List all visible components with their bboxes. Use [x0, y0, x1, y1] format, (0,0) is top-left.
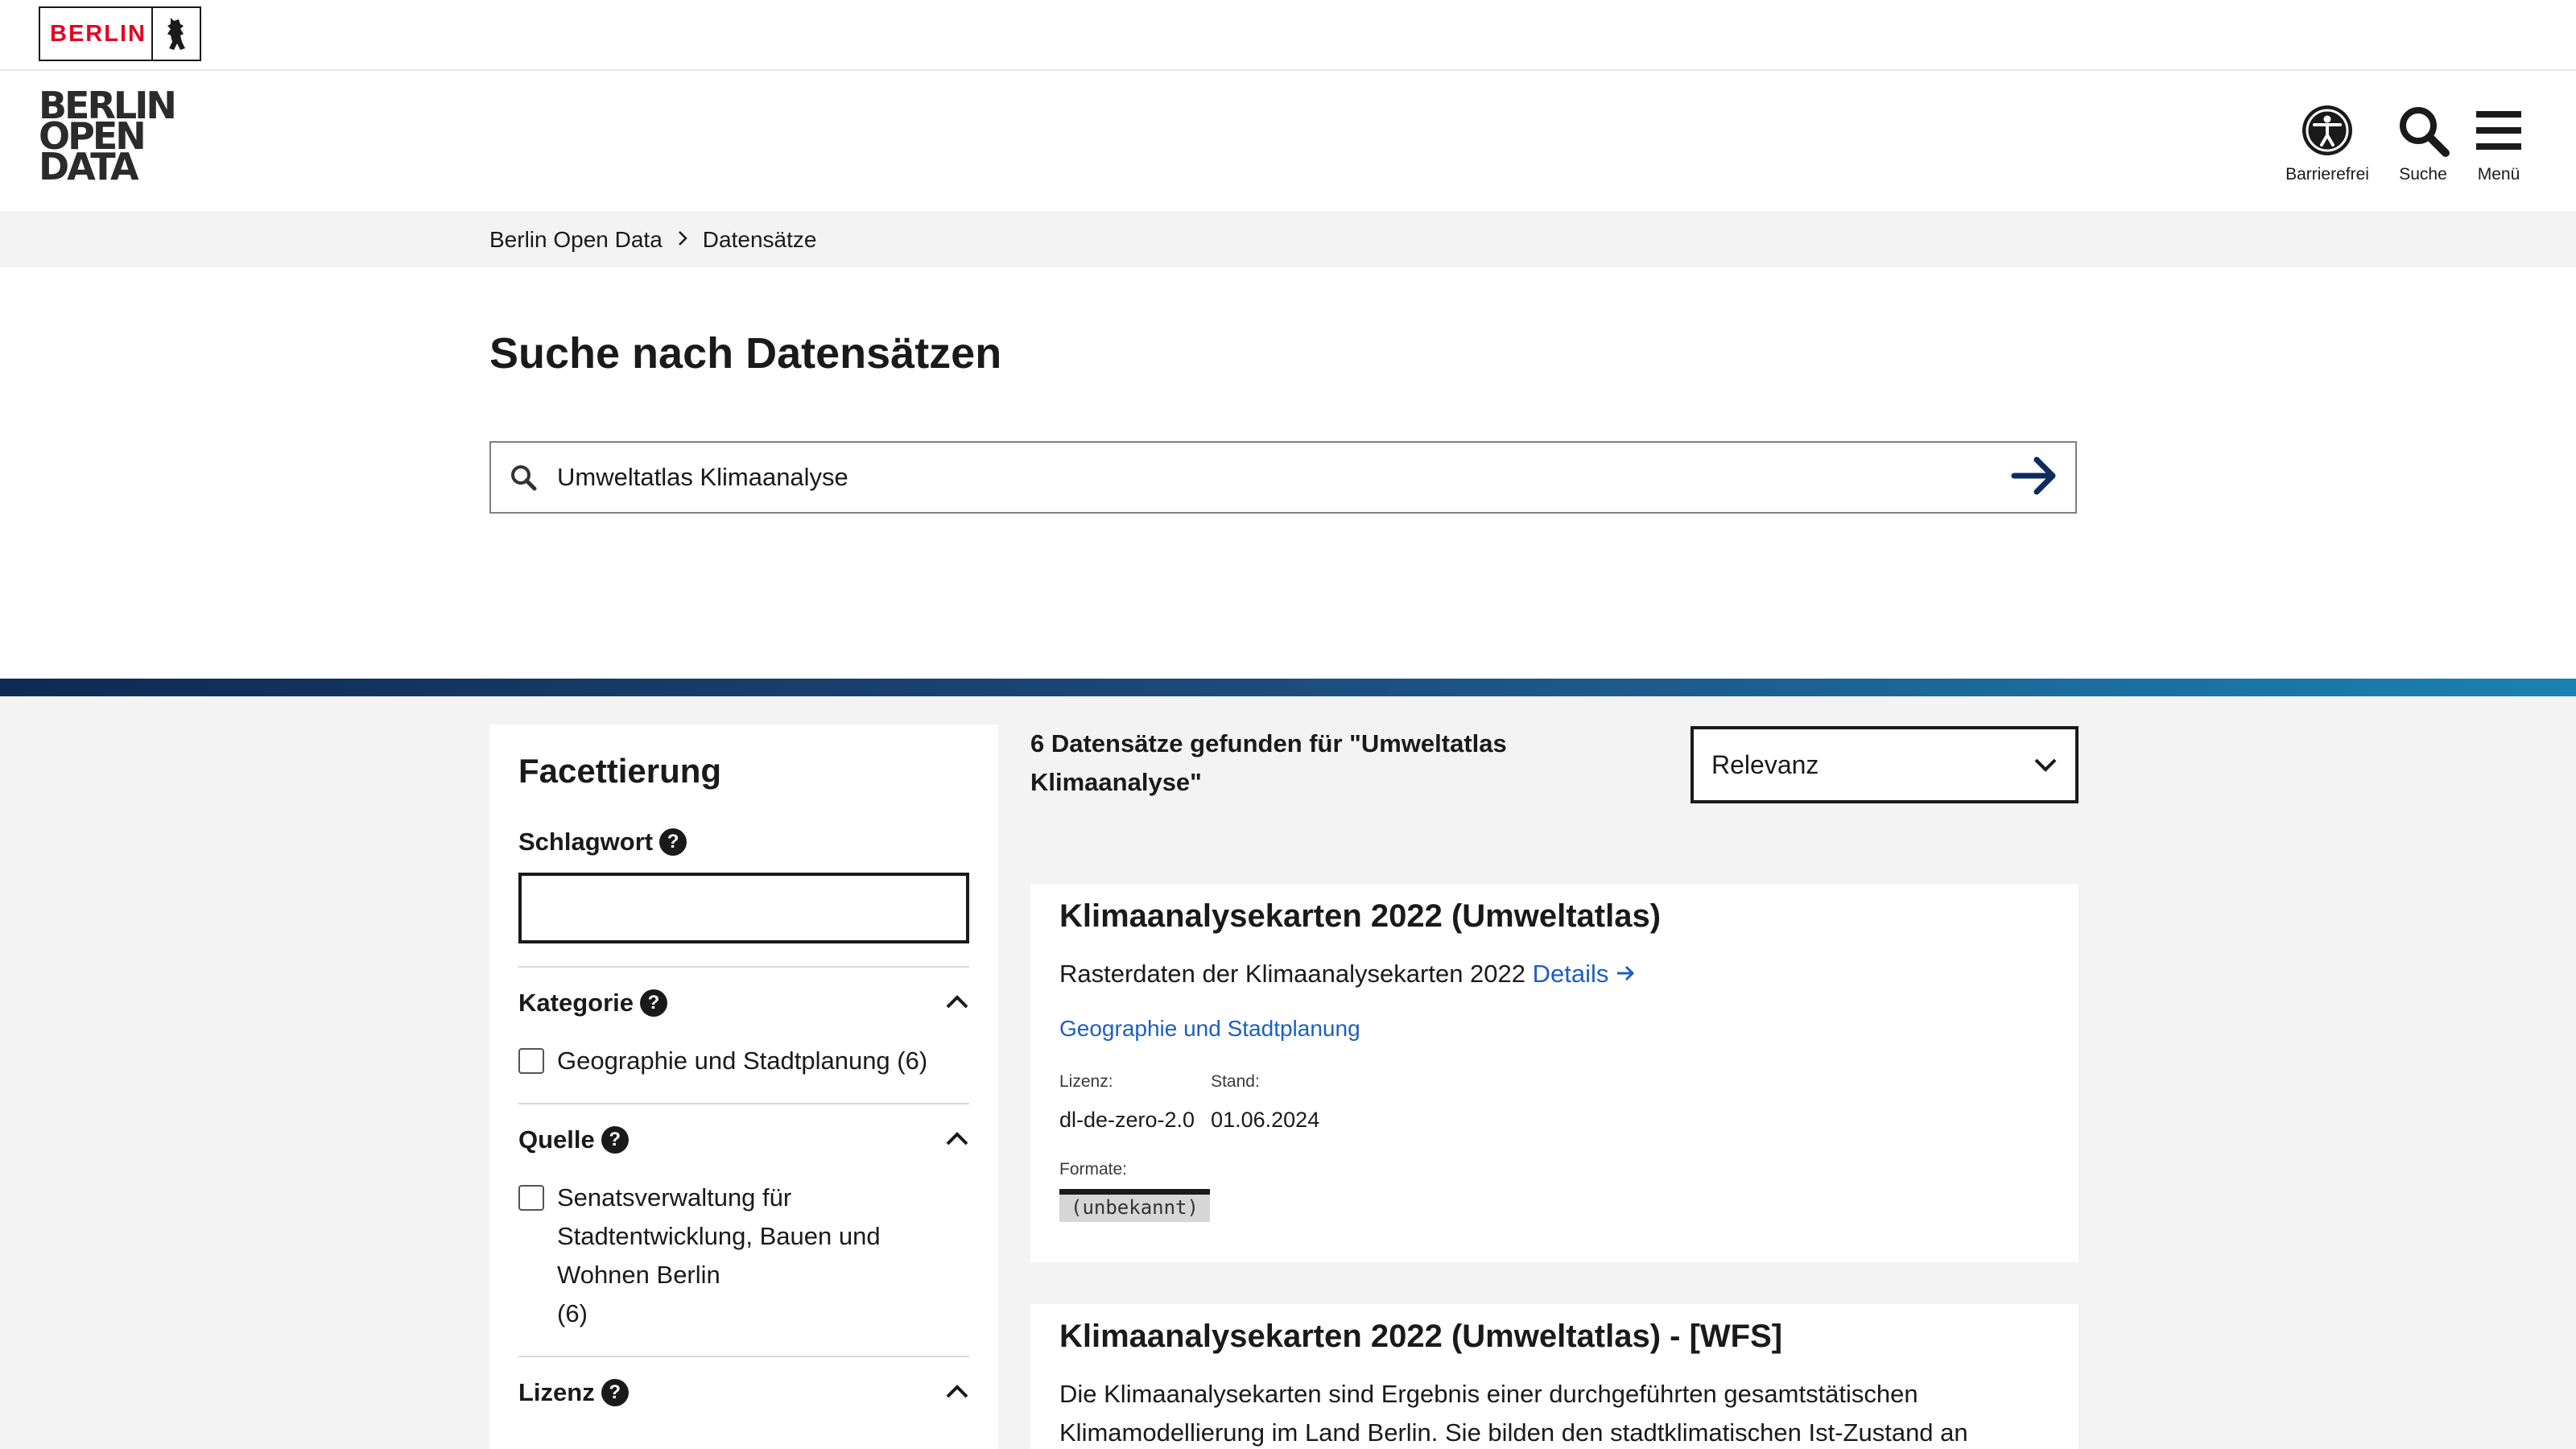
- result-description-line-1: Die Klimaanalysekarten sind Ergebnis ein…: [1059, 1380, 1918, 1408]
- search-submit-button[interactable]: [1995, 443, 2075, 512]
- accessibility-button[interactable]: Barrierefrei: [2277, 103, 2378, 184]
- facets-title: Facettierung: [518, 752, 722, 790]
- search-field-icon: [491, 464, 555, 491]
- search-input[interactable]: [555, 444, 1995, 510]
- accessibility-icon: [2300, 103, 2355, 162]
- date-meta: Stand: 01.06.2024: [1211, 1072, 1319, 1133]
- keyword-input[interactable]: [518, 873, 969, 943]
- license-facet-header[interactable]: Lizenz ?: [518, 1378, 969, 1407]
- result-card: Klimaanalysekarten 2022 (Umweltatlas) Ra…: [1030, 884, 2079, 1262]
- license-meta: Lizenz: dl-de-zero-2.0: [1059, 1072, 1195, 1133]
- help-icon[interactable]: ?: [659, 828, 687, 856]
- search-icon: [2396, 103, 2450, 162]
- result-category: Geographie und Stadtplanung: [1059, 1016, 2050, 1042]
- help-icon[interactable]: ?: [601, 1379, 629, 1406]
- menu-label: Menü: [2477, 165, 2520, 184]
- facet-sidebar: Facettierung Schlagwort ? Kategorie ? Ge…: [489, 724, 998, 1449]
- sort-value: Relevanz: [1711, 749, 1819, 779]
- chevron-down-icon: [2033, 750, 2058, 780]
- source-option-count: (6): [557, 1299, 588, 1327]
- date-value: 01.06.2024: [1211, 1108, 1320, 1132]
- results-count: 6 Datensätze gefunden für "Umweltatlas K…: [1030, 724, 1594, 802]
- help-icon[interactable]: ?: [639, 989, 667, 1017]
- category-facet: Kategorie ? Geographie und Stadtplanung …: [518, 966, 969, 1080]
- result-card: Klimaanalysekarten 2022 (Umweltatlas) - …: [1030, 1304, 2079, 1449]
- arrow-right-icon: [1616, 960, 1637, 988]
- chevron-up-icon: [945, 1130, 969, 1150]
- bear-icon: [151, 8, 200, 60]
- format-badge: (unbekannt): [1059, 1189, 1210, 1222]
- result-meta: Lizenz: dl-de-zero-2.0 Stand: 01.06.2024: [1059, 1072, 2050, 1133]
- breadcrumb-current: Datensätze: [702, 227, 817, 252]
- license-label: Lizenz: [518, 1378, 595, 1406]
- formats-label: Formate:: [1059, 1160, 1128, 1179]
- source-option-line-1: Senatsverwaltung für: [557, 1183, 792, 1212]
- berlin-open-data-logo[interactable]: BERLIN OPEN DATA: [39, 87, 177, 188]
- result-description: Die Klimaanalysekarten sind Ergebnis ein…: [1059, 1375, 2050, 1449]
- source-option-label: Senatsverwaltung für Stadtentwicklung, B…: [557, 1179, 881, 1333]
- category-label: Kategorie: [518, 989, 634, 1017]
- keyword-label: Schlagwort: [518, 828, 654, 856]
- search-label: Suche: [2399, 165, 2447, 184]
- breadcrumb-bar: [0, 211, 2576, 267]
- license-value: dl-de-zero-2.0: [1059, 1108, 1195, 1132]
- logo-line-3: DATA: [39, 145, 139, 188]
- result-description-text: Rasterdaten der Klimaanalysekarten 2022: [1059, 960, 1526, 988]
- breadcrumb-home-link[interactable]: Berlin Open Data: [489, 227, 663, 253]
- berlin-wordmark: BERLIN: [50, 20, 147, 47]
- results-count-line-2: Klimaanalyse": [1030, 768, 1202, 796]
- date-meta-label: Stand:: [1211, 1072, 1260, 1091]
- category-option-checkbox[interactable]: Geographie und Stadtplanung (6): [518, 1042, 969, 1080]
- arrow-right-icon: [2011, 454, 2059, 502]
- page-title: Suche nach Datensätzen: [489, 329, 1002, 378]
- source-facet-header[interactable]: Quelle ?: [518, 1125, 969, 1154]
- chevron-up-icon: [945, 993, 969, 1013]
- checkbox[interactable]: [518, 1185, 544, 1211]
- hamburger-menu-icon: [2473, 103, 2524, 162]
- results-count-line-1: 6 Datensätze gefunden für "Umweltatlas: [1030, 729, 1507, 758]
- details-label: Details: [1532, 960, 1609, 988]
- sort-select[interactable]: Relevanz: [1690, 726, 2079, 803]
- license-meta-label: Lizenz:: [1059, 1072, 1113, 1091]
- checkbox[interactable]: [518, 1048, 544, 1074]
- result-description: Rasterdaten der Klimaanalysekarten 2022 …: [1059, 955, 2050, 993]
- dataset-search-box: [489, 441, 2077, 514]
- license-facet: Lizenz ?: [518, 1356, 969, 1407]
- source-option-checkbox[interactable]: Senatsverwaltung für Stadtentwicklung, B…: [518, 1179, 969, 1333]
- source-label: Quelle: [518, 1125, 595, 1154]
- source-option-line-2: Stadtentwicklung, Bauen und: [557, 1222, 881, 1250]
- top-bar: [0, 0, 2576, 71]
- chevron-up-icon: [945, 1383, 969, 1403]
- accessibility-label: Barrierefrei: [2285, 165, 2369, 184]
- help-icon[interactable]: ?: [601, 1126, 629, 1154]
- category-facet-header[interactable]: Kategorie ?: [518, 989, 969, 1018]
- source-option-line-3: Wohnen Berlin: [557, 1261, 720, 1289]
- berlin-logo[interactable]: BERLIN: [39, 6, 201, 61]
- result-title[interactable]: Klimaanalysekarten 2022 (Umweltatlas) - …: [1059, 1315, 2050, 1357]
- menu-button[interactable]: Menü: [2467, 103, 2531, 184]
- source-facet: Quelle ? Senatsverwaltung für Stadtentwi…: [518, 1103, 969, 1333]
- gradient-divider: [0, 679, 2576, 696]
- result-title[interactable]: Klimaanalysekarten 2022 (Umweltatlas): [1059, 895, 2050, 937]
- formats-list: (unbekannt): [1059, 1189, 2050, 1222]
- header-search-button[interactable]: Suche: [2391, 103, 2455, 184]
- breadcrumb: Berlin Open Data Datensätze: [489, 225, 816, 254]
- category-option-label: Geographie und Stadtplanung (6): [557, 1046, 928, 1075]
- result-description-line-2: Klimamodellierung im Land Berlin. Sie bi…: [1059, 1418, 1968, 1447]
- keyword-facet-label: Schlagwort ?: [518, 828, 969, 857]
- category-tag-link[interactable]: Geographie und Stadtplanung: [1059, 1016, 1360, 1041]
- chevron-right-icon: [677, 227, 688, 253]
- site-header: [0, 71, 2576, 211]
- details-link[interactable]: Details: [1533, 960, 1637, 988]
